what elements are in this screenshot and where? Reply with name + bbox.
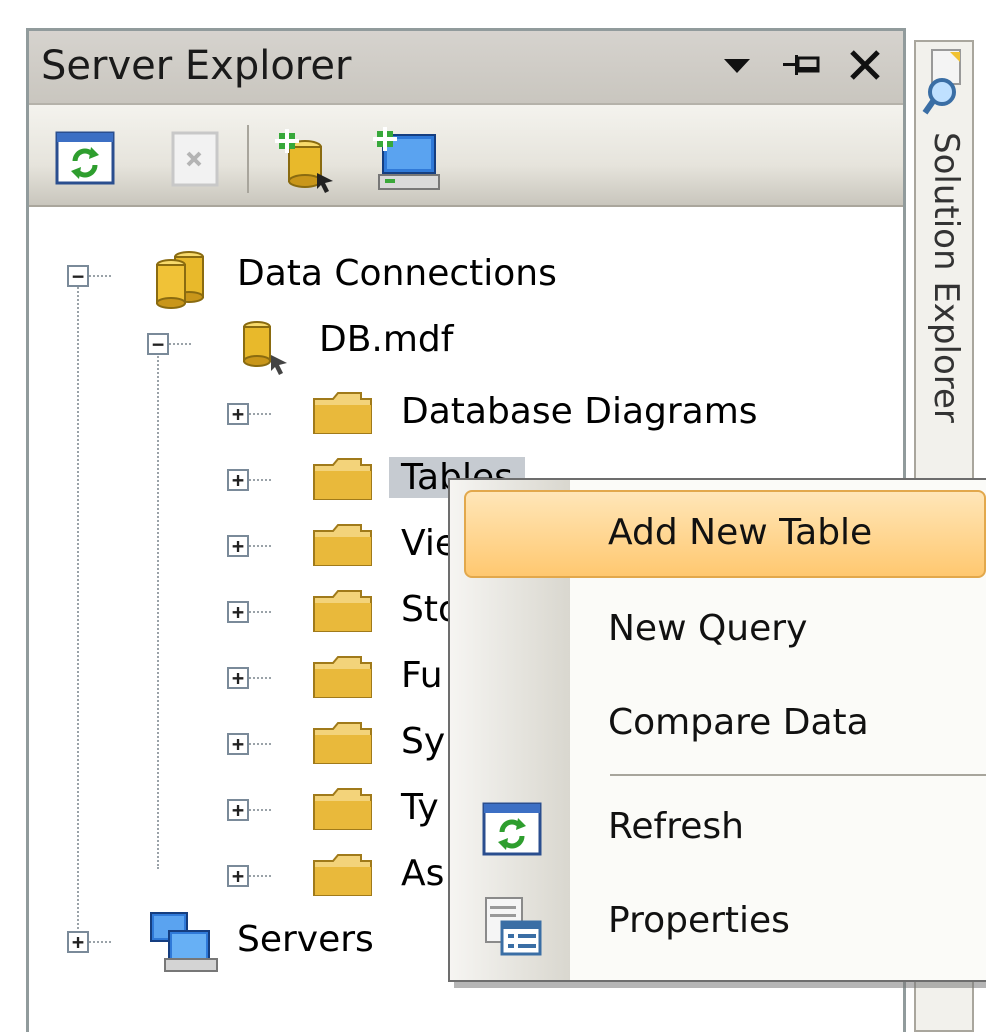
tree-line: [157, 353, 159, 869]
menu-item-label: Refresh: [608, 806, 744, 847]
folder-icon: [311, 653, 375, 705]
expand-toggle[interactable]: +: [227, 865, 249, 887]
refresh-icon[interactable]: [53, 127, 117, 191]
titlebar-controls: [717, 45, 885, 85]
tree-node-servers[interactable]: Servers: [237, 919, 374, 960]
tree-node-ty[interactable]: Ty: [401, 787, 439, 828]
expand-toggle[interactable]: +: [227, 469, 249, 491]
properties-icon: [480, 894, 544, 962]
expand-toggle[interactable]: +: [227, 403, 249, 425]
panel-title: Server Explorer: [41, 43, 352, 89]
menu-item-new-query[interactable]: New Query: [450, 586, 986, 674]
database-icon: [237, 317, 293, 379]
tree-node-data-connections[interactable]: Data Connections: [237, 253, 557, 294]
tree-node-as[interactable]: As: [401, 853, 444, 894]
menu-item-label: Properties: [608, 900, 790, 941]
expand-toggle[interactable]: +: [227, 733, 249, 755]
folder-icon: [311, 455, 375, 507]
tree-node-sy[interactable]: Sy: [401, 721, 445, 762]
tree-line: [77, 287, 79, 941]
context-menu: Add New Table New Query Compare Data Ref…: [448, 478, 986, 982]
expand-toggle[interactable]: +: [227, 799, 249, 821]
panel-titlebar: Server Explorer: [29, 31, 903, 105]
tree-node-fu[interactable]: Fu: [401, 655, 443, 696]
menu-item-properties[interactable]: Properties: [450, 878, 986, 966]
folder-icon: [311, 719, 375, 771]
folder-icon: [311, 521, 375, 573]
folder-icon: [311, 785, 375, 837]
refresh-icon: [480, 800, 544, 864]
toolbar-separator: [247, 125, 249, 193]
menu-item-label: Add New Table: [608, 512, 873, 553]
window-left-edge: [0, 0, 26, 1032]
folder-icon: [311, 587, 375, 639]
menu-item-refresh[interactable]: Refresh: [450, 784, 986, 872]
close-icon[interactable]: [845, 45, 885, 85]
menu-item-label: Compare Data: [608, 702, 869, 743]
tree-node-database-diagrams[interactable]: Database Diagrams: [401, 391, 758, 432]
stop-refresh-icon[interactable]: [163, 127, 227, 191]
menu-item-compare-data[interactable]: Compare Data: [450, 680, 986, 768]
expand-toggle[interactable]: +: [227, 667, 249, 689]
connect-to-database-icon[interactable]: [273, 127, 337, 193]
menu-item-label: New Query: [608, 608, 808, 649]
dropdown-icon[interactable]: [717, 45, 757, 85]
connect-to-server-icon[interactable]: [373, 127, 440, 191]
collapse-toggle[interactable]: −: [147, 333, 169, 355]
solution-explorer-icon: [922, 48, 968, 124]
folder-icon: [311, 389, 375, 441]
menu-separator: [610, 774, 986, 776]
pin-icon[interactable]: [781, 45, 821, 85]
panel-toolbar: [29, 105, 903, 207]
expand-toggle[interactable]: +: [67, 931, 89, 953]
tree-node-db-mdf[interactable]: DB.mdf: [319, 319, 453, 360]
expand-toggle[interactable]: +: [227, 601, 249, 623]
database-connections-icon: [151, 247, 215, 313]
expand-toggle[interactable]: +: [227, 535, 249, 557]
menu-item-add-new-table[interactable]: Add New Table: [464, 490, 986, 578]
servers-icon: [147, 909, 221, 977]
solution-explorer-label: Solution Explorer: [926, 132, 966, 423]
collapse-toggle[interactable]: −: [67, 265, 89, 287]
folder-icon: [311, 851, 375, 903]
